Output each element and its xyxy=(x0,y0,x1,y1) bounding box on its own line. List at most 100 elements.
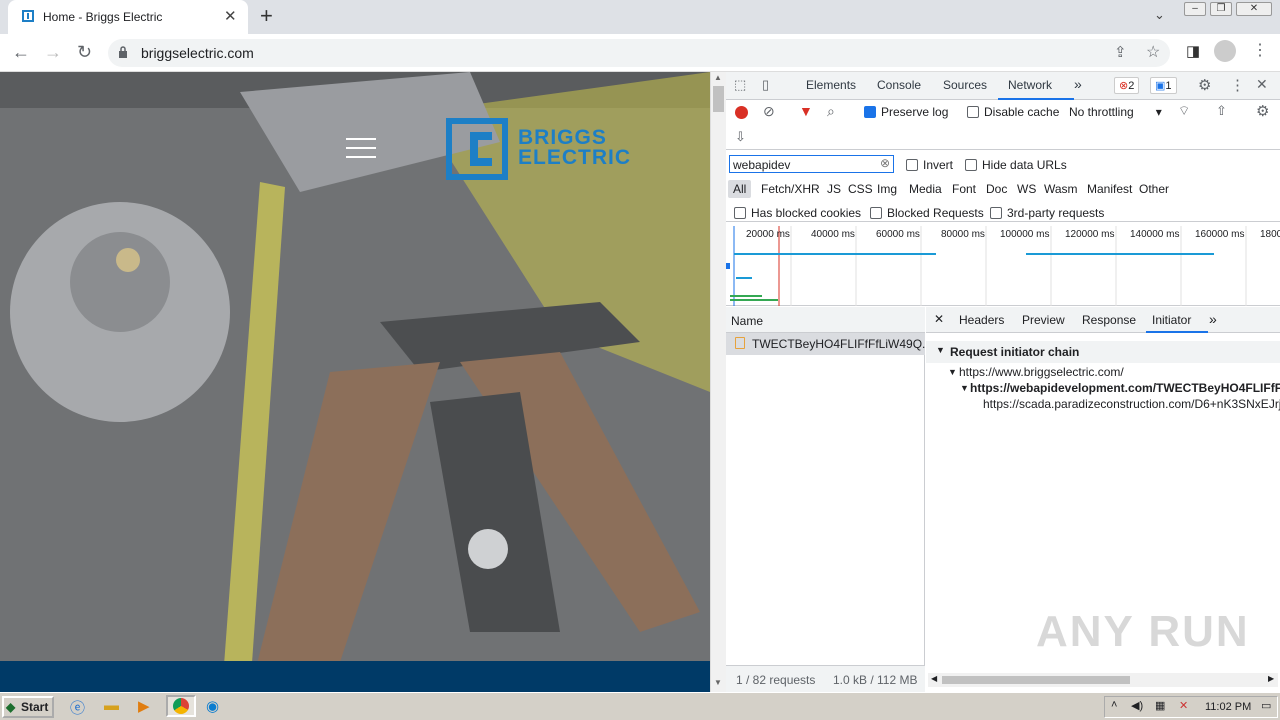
chain-item[interactable]: https://scada.paradizeconstruction.com/D… xyxy=(983,397,1280,411)
chain-item-selected[interactable]: https://webapidevelopment.com/TWECTBeyHO… xyxy=(970,381,1280,395)
device-toolbar-icon[interactable]: ▯ xyxy=(762,77,769,93)
type-filter-all[interactable]: All xyxy=(728,180,752,198)
detail-tabbar: ✕ Headers Preview Response Initiator » xyxy=(926,307,1280,333)
forward-button[interactable]: → xyxy=(44,42,62,63)
menu-icon[interactable]: ⋮ xyxy=(1252,40,1268,60)
scroll-right-icon[interactable]: ▶ xyxy=(1268,674,1274,683)
type-filter-img[interactable]: Img xyxy=(877,182,897,196)
network-icon[interactable]: ▦ xyxy=(1155,699,1165,712)
name-column-header[interactable]: Name xyxy=(731,314,763,328)
tab-search-icon[interactable]: ⌄ xyxy=(1154,7,1165,23)
message-icon: ▣ xyxy=(1155,80,1166,92)
tab-console[interactable]: Console xyxy=(877,78,921,92)
has-blocked-cookies-checkbox[interactable]: Has blocked cookies xyxy=(734,206,861,220)
initiator-chain-section[interactable]: ▼ Request initiator chain xyxy=(926,341,1280,363)
scroll-thumb[interactable] xyxy=(942,676,1130,684)
hamburger-menu-icon[interactable] xyxy=(346,138,376,158)
reload-button[interactable]: ↻ xyxy=(77,42,92,63)
edge-icon[interactable]: ◉ xyxy=(206,697,219,715)
disable-cache-checkbox[interactable]: Disable cache xyxy=(967,105,1059,119)
hide-data-urls-checkbox[interactable]: Hide data URLs xyxy=(965,158,1067,172)
tick-label: 80000 ms xyxy=(941,229,985,240)
share-icon[interactable]: ⇪ xyxy=(1114,43,1127,61)
ie-icon[interactable]: ⓔ xyxy=(70,697,85,718)
more-tabs-icon[interactable]: » xyxy=(1074,76,1082,92)
network-conditions-icon[interactable]: ⌔ xyxy=(1178,103,1190,119)
type-filter-ws[interactable]: WS xyxy=(1017,182,1036,196)
type-filter-js[interactable]: JS xyxy=(827,182,841,196)
network-settings-icon[interactable]: ⚙ xyxy=(1256,102,1269,120)
type-filter-other[interactable]: Other xyxy=(1139,182,1169,196)
address-bar[interactable]: briggselectric.com ⇪ ☆ xyxy=(108,39,1170,67)
record-icon[interactable] xyxy=(735,106,748,119)
tab-close-icon[interactable]: ✕ xyxy=(224,7,237,25)
error-badge[interactable]: ⊗2 xyxy=(1114,77,1140,94)
blocked-requests-checkbox[interactable]: Blocked Requests xyxy=(870,206,984,220)
third-party-checkbox[interactable]: 3rd-party requests xyxy=(990,206,1104,220)
search-icon[interactable]: ⌕ xyxy=(827,103,835,120)
message-badge[interactable]: ▣1 xyxy=(1150,77,1177,94)
page-scrollbar[interactable]: ▲ ▼ xyxy=(710,72,726,692)
scroll-thumb[interactable] xyxy=(713,86,724,112)
import-har-icon[interactable]: ⇧ xyxy=(1216,103,1227,119)
filter-icon[interactable]: ▼ xyxy=(799,103,813,119)
checkbox-icon xyxy=(870,207,882,219)
tab-initiator[interactable]: Initiator xyxy=(1152,313,1191,327)
chain-item[interactable]: https://www.briggselectric.com/ xyxy=(959,365,1124,379)
profile-avatar[interactable] xyxy=(1214,40,1236,62)
clock[interactable]: 11:02 PM xyxy=(1205,701,1251,713)
table-row[interactable]: TWECTBeyHO4FLIFfFfLiW49Q... xyxy=(726,333,932,355)
close-detail-icon[interactable]: ✕ xyxy=(934,312,944,326)
tab-elements[interactable]: Elements xyxy=(806,78,856,92)
restore-button[interactable]: ❐ xyxy=(1210,2,1232,16)
brand-name[interactable]: BRIGGS ELECTRIC xyxy=(518,127,631,168)
side-panel-icon[interactable]: ◨ xyxy=(1186,42,1200,60)
throttling-select[interactable]: No throttling ▾ xyxy=(1069,105,1162,119)
tab-headers[interactable]: Headers xyxy=(959,313,1004,327)
close-devtools-icon[interactable]: ✕ xyxy=(1256,76,1268,93)
show-desktop-icon[interactable]: ▭ xyxy=(1261,699,1271,712)
type-filter-css[interactable]: CSS xyxy=(848,182,873,196)
preserve-log-checkbox[interactable]: Preserve log xyxy=(864,105,948,119)
media-player-icon[interactable]: ▶ xyxy=(138,697,150,715)
chrome-taskbar-button[interactable] xyxy=(166,695,196,717)
horizontal-scrollbar[interactable]: ◀ ▶ xyxy=(928,673,1278,687)
filter-input[interactable]: webapidev ⊗ xyxy=(729,155,894,173)
back-button[interactable]: ← xyxy=(12,42,30,63)
type-filter-wasm[interactable]: Wasm xyxy=(1044,182,1078,196)
request-count: 1 / 82 requests xyxy=(736,673,816,687)
inspect-element-icon[interactable]: ⬚ xyxy=(734,77,746,93)
clear-filter-icon[interactable]: ⊗ xyxy=(880,156,890,170)
new-tab-button[interactable]: + xyxy=(260,4,273,28)
scroll-up-icon[interactable]: ▲ xyxy=(714,73,722,82)
scroll-down-icon[interactable]: ▼ xyxy=(714,678,722,687)
tick-label: 20000 ms xyxy=(746,229,790,240)
more-detail-tabs-icon[interactable]: » xyxy=(1209,311,1217,327)
type-filter-font[interactable]: Font xyxy=(952,182,976,196)
invert-checkbox[interactable]: Invert xyxy=(906,158,953,172)
start-button[interactable]: ◆ Start xyxy=(2,696,54,718)
minimize-button[interactable]: – xyxy=(1184,2,1206,16)
devtools-menu-icon[interactable]: ⋮ xyxy=(1230,76,1245,94)
tab-response[interactable]: Response xyxy=(1082,313,1136,327)
volume-icon[interactable]: ◀) xyxy=(1131,699,1143,712)
settings-gear-icon[interactable]: ⚙ xyxy=(1198,76,1211,94)
export-har-icon[interactable]: ⇩ xyxy=(735,129,746,145)
type-filter-media[interactable]: Media xyxy=(909,182,942,196)
close-window-button[interactable]: ✕ xyxy=(1236,2,1272,16)
bookmark-star-icon[interactable]: ☆ xyxy=(1146,42,1160,62)
explorer-folder-icon[interactable]: ▬ xyxy=(104,697,119,714)
tray-expand-icon[interactable]: ˄ xyxy=(1111,699,1117,711)
request-name: TWECTBeyHO4FLIFfFfLiW49Q... xyxy=(752,337,933,351)
clear-icon[interactable]: ⊘ xyxy=(763,103,775,120)
security-icon[interactable]: ✕ xyxy=(1179,699,1188,712)
type-filter-fetch-xhr[interactable]: Fetch/XHR xyxy=(761,182,820,196)
type-filter-manifest[interactable]: Manifest xyxy=(1087,182,1132,196)
type-filter-doc[interactable]: Doc xyxy=(986,182,1007,196)
tab-sources[interactable]: Sources xyxy=(943,78,987,92)
tab-network[interactable]: Network xyxy=(1008,78,1052,92)
browser-tab[interactable]: Home - Briggs Electric ✕ xyxy=(8,0,248,34)
tab-preview[interactable]: Preview xyxy=(1022,313,1065,327)
scroll-left-icon[interactable]: ◀ xyxy=(931,674,937,683)
dropdown-arrow-icon: ▾ xyxy=(1155,105,1162,119)
